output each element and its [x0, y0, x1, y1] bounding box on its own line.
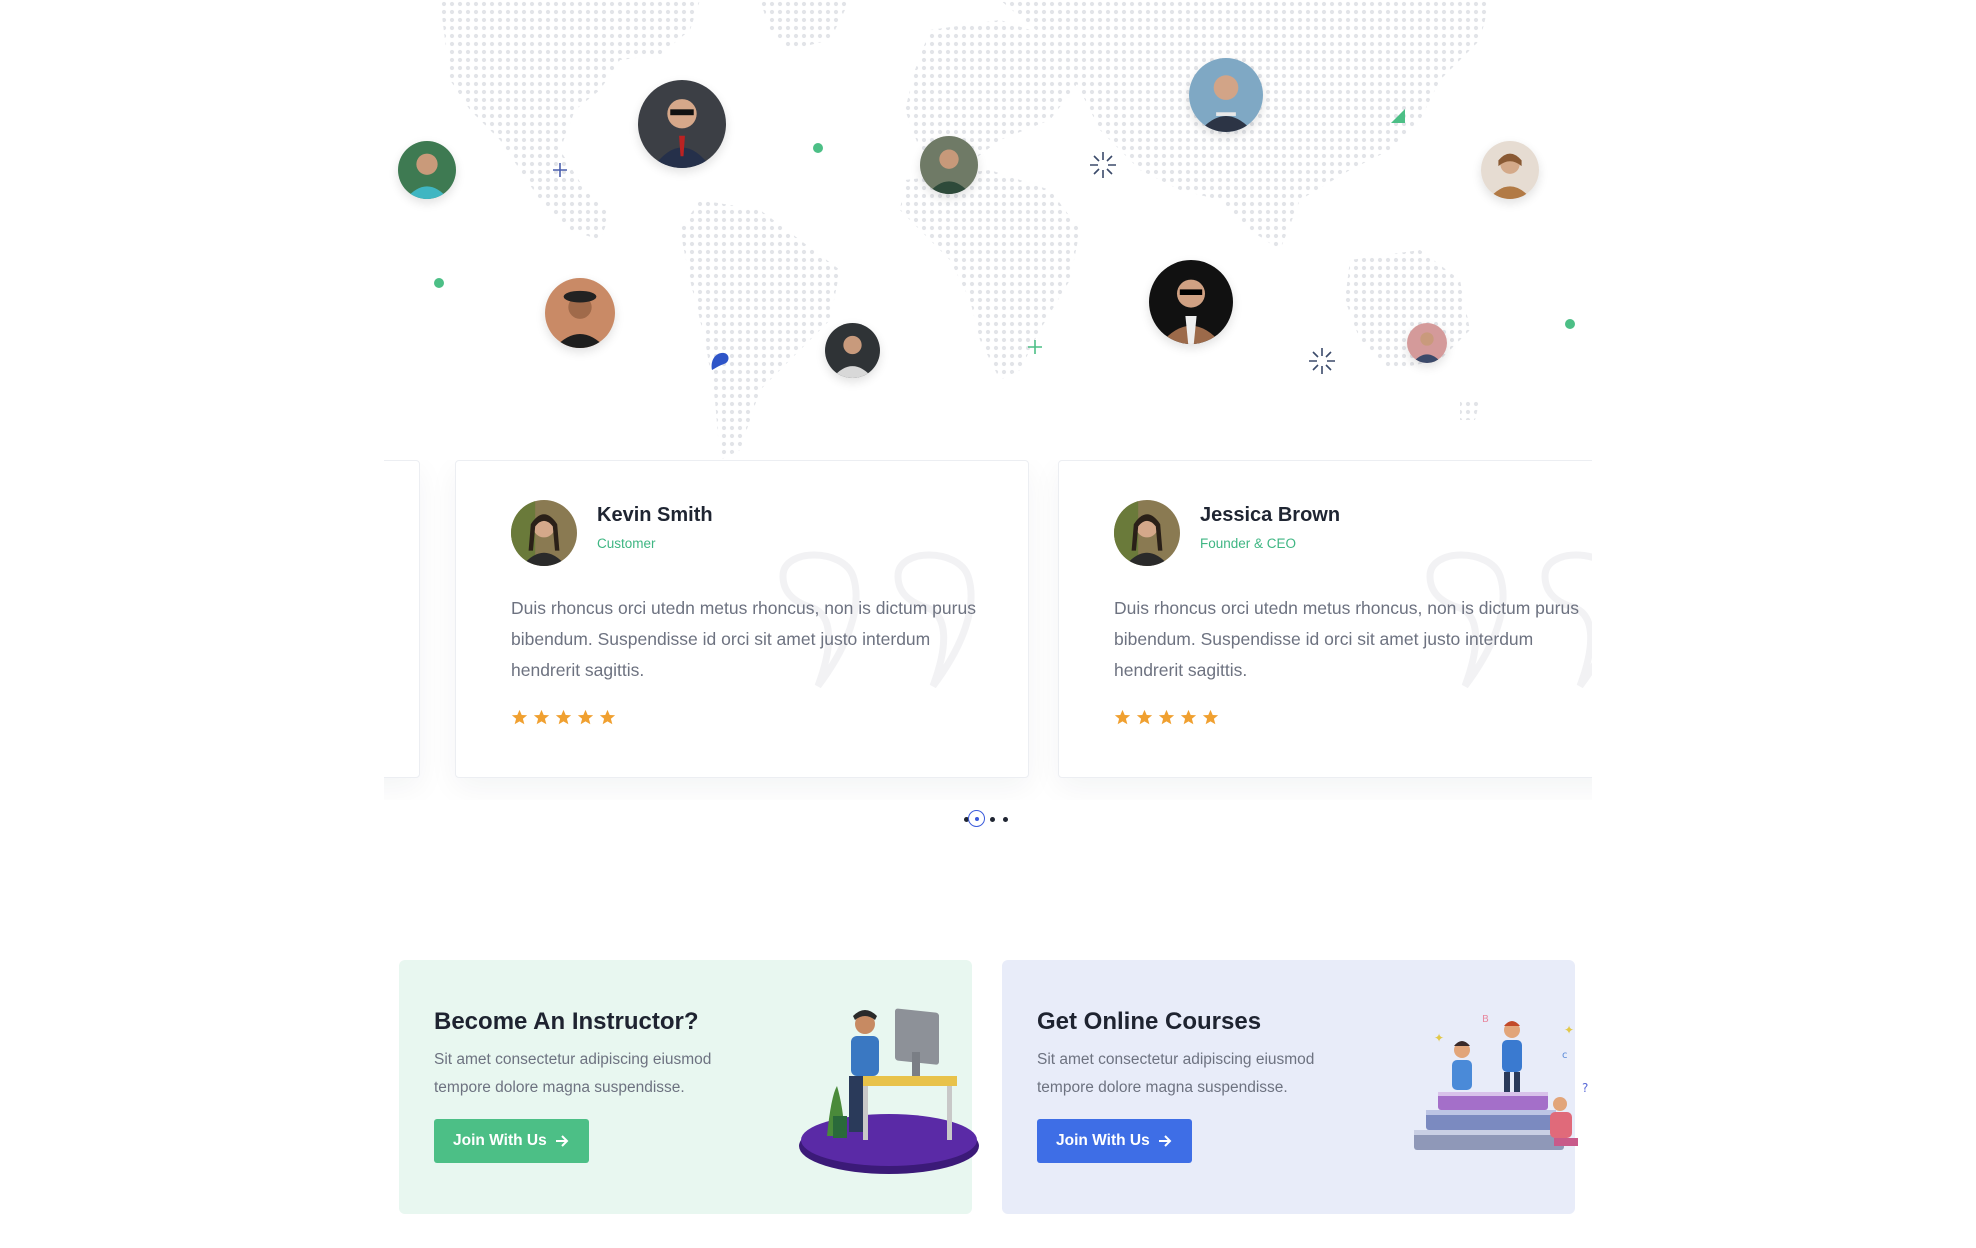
star-icon [1136, 709, 1153, 725]
sparkle-shape-icon [1309, 348, 1335, 374]
world-map-dots [440, 0, 1490, 460]
promo-title: Get Online Courses [1037, 1008, 1262, 1035]
sparkle-shape-icon [1090, 152, 1116, 178]
testimonial-text: Duis rhoncus orci utedn metus rhoncus, n… [1114, 598, 1579, 680]
rating-stars [511, 709, 616, 726]
star-icon [1180, 709, 1197, 725]
map-avatar [638, 80, 726, 168]
star-icon [1158, 709, 1175, 725]
testimonial-name: Kevin Smith [597, 504, 713, 526]
svg-text:✦: ✦ [1564, 1023, 1574, 1037]
arrow-right-icon [555, 1135, 569, 1147]
testimonial-role: Customer [597, 536, 656, 551]
triangle-shape-icon [1391, 109, 1405, 123]
map-avatar [1481, 141, 1539, 199]
testimonial-name: Jessica Brown [1200, 504, 1341, 526]
map-avatar [1189, 58, 1263, 132]
map-avatar [545, 278, 615, 348]
pagination-dot-active-center [975, 817, 979, 821]
dot-shape-icon [434, 278, 444, 288]
avatar [1114, 500, 1180, 566]
pagination-dot[interactable] [990, 817, 995, 822]
plus-shape-icon [553, 163, 567, 177]
plus-shape-icon [1028, 340, 1042, 354]
testimonial-card: Kevin Smith Customer Duis rhoncus orci u… [455, 460, 1029, 778]
promo-title: Become An Instructor? [434, 1008, 699, 1035]
avatar [511, 500, 577, 566]
star-icon [577, 709, 594, 725]
star-icon [1202, 709, 1219, 725]
world-map-section [0, 0, 1976, 470]
join-with-us-button[interactable]: Join With Us [434, 1119, 589, 1163]
star-icon [599, 709, 616, 725]
svg-text:c: c [1562, 1050, 1568, 1061]
courses-illustration: ✦ ✦ B c ? [1414, 1014, 1588, 1150]
promo-description: Sit amet consectetur adipiscing eiusmod … [1037, 1051, 1315, 1096]
online-courses-box: Get Online Courses Sit amet consectetur … [1002, 960, 1588, 1214]
button-label: Join With Us [1056, 1132, 1150, 1149]
testimonial-card: Jessica Brown Founder & CEO Duis rhoncus… [1058, 460, 1592, 778]
map-avatar [1149, 260, 1233, 344]
button-label: Join With Us [453, 1132, 547, 1149]
dot-shape-icon [813, 143, 823, 153]
star-icon [1114, 709, 1131, 725]
star-icon [511, 709, 528, 725]
instructor-illustration [799, 1008, 979, 1174]
svg-text:B: B [1482, 1014, 1489, 1025]
slider-pagination [964, 810, 1014, 830]
become-instructor-box: Become An Instructor? Sit amet consectet… [399, 960, 979, 1214]
promo-description: Sit amet consectetur adipiscing eiusmod … [434, 1051, 712, 1096]
testimonial-role: Founder & CEO [1200, 536, 1297, 551]
star-icon [533, 709, 550, 725]
svg-text:✦: ✦ [1434, 1031, 1444, 1045]
join-with-us-button[interactable]: Join With Us [1037, 1119, 1192, 1163]
map-avatar [398, 141, 456, 199]
dot-shape-icon [1565, 319, 1575, 329]
pagination-dot[interactable] [1003, 817, 1008, 822]
testimonial-text: Duis rhoncus orci utedn metus rhoncus, n… [511, 598, 976, 680]
map-avatar [920, 136, 978, 194]
rating-stars [1114, 709, 1219, 726]
map-avatar [1407, 323, 1447, 363]
testimonial-card-partial [384, 460, 420, 778]
star-icon [555, 709, 572, 725]
arrow-right-icon [1158, 1135, 1172, 1147]
testimonial-slider[interactable]: Kevin Smith Customer Duis rhoncus orci u… [384, 460, 1592, 800]
blob-shape-icon [711, 352, 729, 370]
svg-text:?: ? [1582, 1081, 1588, 1095]
map-avatar [825, 323, 880, 378]
